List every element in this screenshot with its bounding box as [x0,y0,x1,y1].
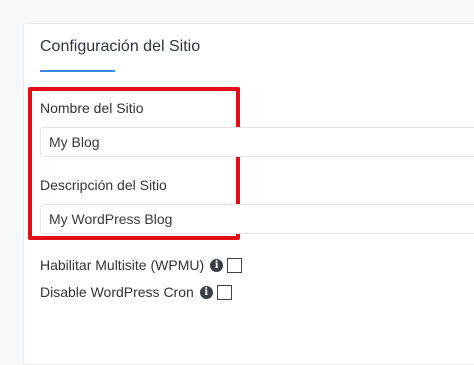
site-name-input[interactable]: My Blog [40,127,474,157]
section-title: Configuración del Sitio [40,38,201,55]
site-config-panel: Configuración del Sitio Nombre del Sitio… [23,23,474,365]
multisite-option: Habilitar Multisite (WPMU) i [40,257,243,273]
disable-cron-label: Disable WordPress Cron [40,284,194,300]
site-description-label: Descripción del Sitio [40,177,167,193]
multisite-label: Habilitar Multisite (WPMU) [40,257,205,273]
title-underline [40,70,115,72]
disable-cron-checkbox[interactable] [216,284,232,300]
site-description-input[interactable]: My WordPress Blog [40,204,474,234]
disable-cron-option: Disable WordPress Cron i [40,284,232,300]
info-icon[interactable]: i [199,285,213,299]
info-icon[interactable]: i [210,258,224,272]
site-name-label: Nombre del Sitio [40,100,144,116]
multisite-checkbox[interactable] [227,257,243,273]
